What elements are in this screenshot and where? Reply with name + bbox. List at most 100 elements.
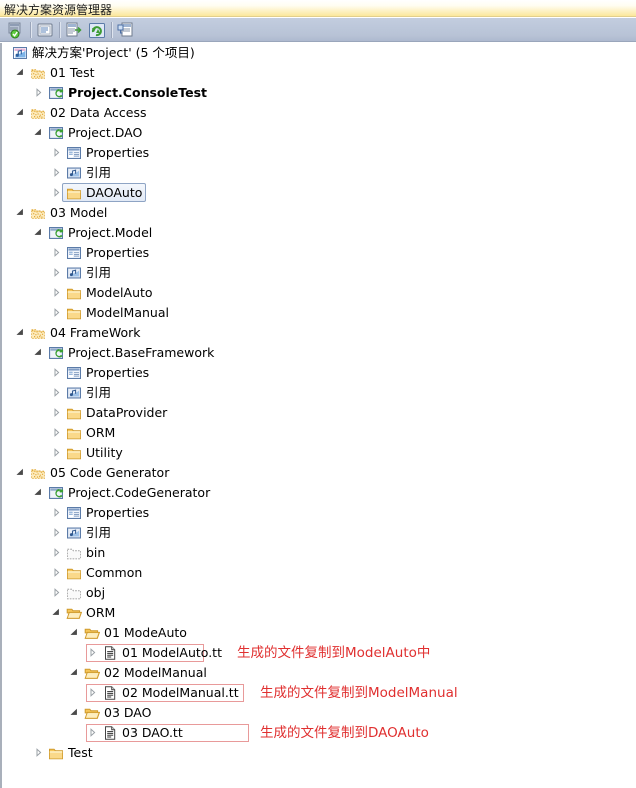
collapse-arrow-icon[interactable]	[52, 148, 61, 157]
expand-arrow-icon[interactable]	[34, 128, 43, 137]
tree-row[interactable]: 03 DAO	[2, 703, 636, 723]
tree-row-label: Project.DAO	[68, 125, 143, 140]
collapse-arrow-icon[interactable]	[52, 268, 61, 277]
collapse-arrow-icon[interactable]	[34, 748, 43, 757]
solution-folder-icon	[30, 465, 46, 481]
toolbar-show-all-files-button[interactable]	[35, 21, 55, 40]
collapse-arrow-icon[interactable]	[52, 288, 61, 297]
tree-row[interactable]: Project.DAO	[2, 123, 636, 143]
references-icon	[66, 165, 82, 181]
collapse-arrow-icon[interactable]	[52, 408, 61, 417]
tree-row[interactable]: ORM	[2, 423, 636, 443]
tree-row[interactable]: ORM	[2, 603, 636, 623]
collapse-arrow-icon[interactable]	[52, 308, 61, 317]
folder-excluded-icon	[66, 585, 82, 601]
expand-arrow-icon[interactable]	[70, 668, 79, 677]
tree-row[interactable]: Properties	[2, 363, 636, 383]
tree-row-label: Project.CodeGenerator	[68, 485, 211, 500]
tree-row-label: Project.Model	[68, 225, 153, 240]
collapse-arrow-icon[interactable]	[52, 588, 61, 597]
tree-row[interactable]: Project.Model	[2, 223, 636, 243]
tree-row[interactable]: Utility	[2, 443, 636, 463]
tree-row[interactable]: Common	[2, 563, 636, 583]
tree-row[interactable]: 03 Model	[2, 203, 636, 223]
tree-row[interactable]: Test	[2, 743, 636, 763]
expand-arrow-icon[interactable]	[70, 628, 79, 637]
tree-row[interactable]: obj	[2, 583, 636, 603]
tree-row-label: 01 Test	[50, 65, 95, 80]
tree-row[interactable]: 01 ModelAuto.tt 生成的文件复制到ModelAuto中	[2, 643, 636, 663]
collapse-arrow-icon[interactable]	[52, 248, 61, 257]
tree-row-label: bin	[86, 545, 106, 560]
tree-row[interactable]: Properties	[2, 243, 636, 263]
expand-arrow-icon[interactable]	[16, 328, 25, 337]
tree-row[interactable]: Properties	[2, 143, 636, 163]
tree-row[interactable]: bin	[2, 543, 636, 563]
toolbar-view-code-button[interactable]	[64, 21, 84, 40]
tree-row[interactable]: 解决方案'Project' (5 个项目)	[2, 43, 636, 63]
tree-row[interactable]: ModelAuto	[2, 283, 636, 303]
expand-arrow-icon[interactable]	[34, 488, 43, 497]
collapse-arrow-icon[interactable]	[52, 388, 61, 397]
tree-row[interactable]: Project.ConsoleTest	[2, 83, 636, 103]
tree-row[interactable]: 03 DAO.tt 生成的文件复制到DAOAuto	[2, 723, 636, 743]
tree-row-label: ORM	[86, 425, 116, 440]
expand-arrow-icon[interactable]	[16, 68, 25, 77]
tree-row[interactable]: DAOAuto	[2, 183, 636, 203]
collapse-arrow-icon[interactable]	[52, 508, 61, 517]
collapse-arrow-icon[interactable]	[88, 688, 97, 697]
toolbar-properties-window-button[interactable]	[6, 21, 26, 40]
window-title-bar: 解决方案资源管理器	[0, 0, 636, 17]
expand-arrow-icon[interactable]	[16, 108, 25, 117]
solution-icon	[12, 45, 28, 61]
collapse-arrow-icon[interactable]	[52, 368, 61, 377]
tree-row[interactable]: 引用	[2, 383, 636, 403]
tree-row[interactable]: 引用	[2, 523, 636, 543]
tree-row[interactable]: Properties	[2, 503, 636, 523]
tree-row[interactable]: Project.CodeGenerator	[2, 483, 636, 503]
collapse-arrow-icon[interactable]	[34, 88, 43, 97]
expand-arrow-icon[interactable]	[16, 208, 25, 217]
tree-row[interactable]: 04 FrameWork	[2, 323, 636, 343]
collapse-arrow-icon[interactable]	[52, 188, 61, 197]
expand-arrow-icon[interactable]	[34, 348, 43, 357]
collapse-arrow-icon[interactable]	[52, 428, 61, 437]
collapse-arrow-icon[interactable]	[52, 448, 61, 457]
tree-row-label: 引用	[86, 165, 112, 180]
collapse-arrow-icon[interactable]	[52, 528, 61, 537]
tree-row[interactable]: 02 Data Access	[2, 103, 636, 123]
tree-row-label: 引用	[86, 525, 112, 540]
tree-row-label: 02 ModelManual	[104, 665, 207, 680]
expand-arrow-icon[interactable]	[16, 468, 25, 477]
folder-icon	[66, 445, 82, 461]
toolbar-view-designer-button[interactable]	[116, 21, 136, 40]
tree-row[interactable]: ModelManual	[2, 303, 636, 323]
collapse-arrow-icon[interactable]	[52, 548, 61, 557]
tt-file-icon	[102, 725, 118, 741]
tree-row[interactable]: 02 ModelManual.tt 生成的文件复制到ModelManual	[2, 683, 636, 703]
solution-folder-icon	[30, 105, 46, 121]
tree-row[interactable]: 01 Test	[2, 63, 636, 83]
tree-row[interactable]: 02 ModelManual	[2, 663, 636, 683]
tree-row[interactable]: 引用	[2, 163, 636, 183]
collapse-arrow-icon[interactable]	[88, 648, 97, 657]
expand-arrow-icon[interactable]	[52, 608, 61, 617]
expand-arrow-icon[interactable]	[34, 228, 43, 237]
tree-row[interactable]: 引用	[2, 263, 636, 283]
tree-row[interactable]: Project.BaseFramework	[2, 343, 636, 363]
solution-explorer-tree[interactable]: 解决方案'Project' (5 个项目) 01 Test Project.Co…	[0, 43, 636, 788]
tree-row-label: ORM	[86, 605, 116, 620]
tree-row-label: 引用	[86, 385, 112, 400]
collapse-arrow-icon[interactable]	[52, 168, 61, 177]
collapse-arrow-icon[interactable]	[52, 568, 61, 577]
toolbar-refresh-button[interactable]	[87, 21, 107, 40]
tree-row[interactable]: 01 ModeAuto	[2, 623, 636, 643]
tree-row[interactable]: 05 Code Generator	[2, 463, 636, 483]
tree-row-label: ModelManual	[86, 305, 169, 320]
folder-excluded-icon	[66, 545, 82, 561]
tree-row-label: Properties	[86, 365, 150, 380]
tree-row[interactable]: DataProvider	[2, 403, 636, 423]
tree-row-label: ModelAuto	[86, 285, 153, 300]
collapse-arrow-icon[interactable]	[88, 728, 97, 737]
expand-arrow-icon[interactable]	[70, 708, 79, 717]
